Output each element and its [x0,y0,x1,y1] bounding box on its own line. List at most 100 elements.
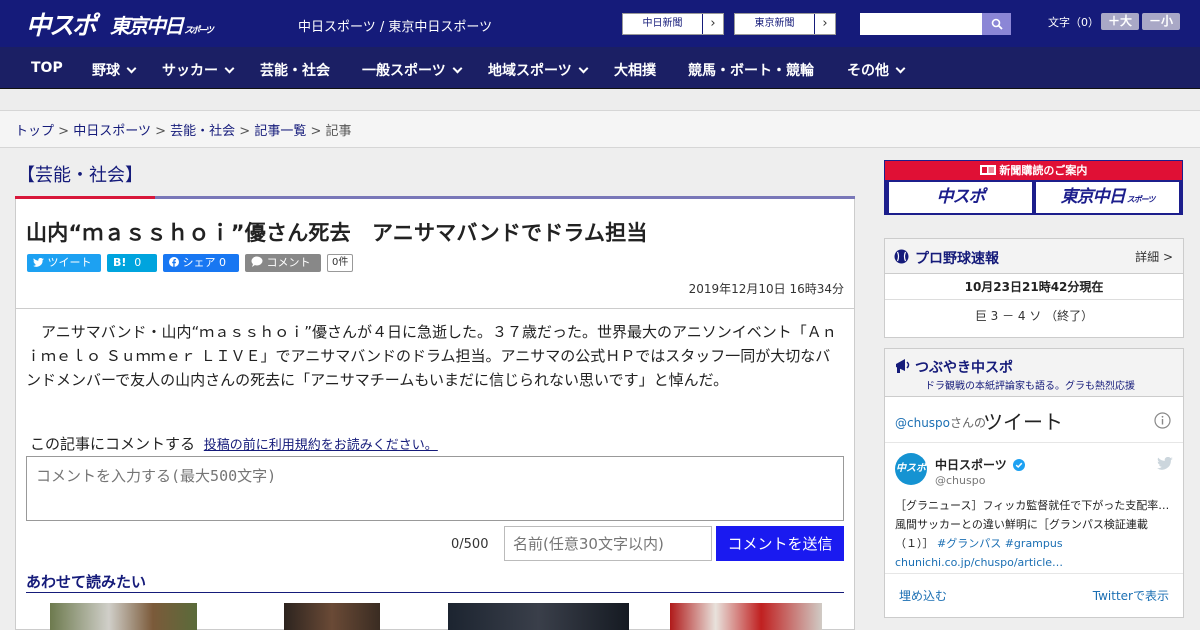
comment-count: 0件 [327,254,354,272]
subscription-banner[interactable]: 新聞購読のご案内 中スポ 東京中日 スポーツ [884,160,1183,215]
tweet-text: ［グラニュース］フィッカ監督就任で下がった支配率…風間サッカーとの違い鮮明に［グ… [895,496,1175,572]
nav-item-entertainment[interactable]: 芸能・社会 [260,60,330,80]
related-thumbnail[interactable] [26,603,221,630]
font-larger-button[interactable]: ＋大 [1101,13,1139,30]
breadcrumb-top[interactable]: トップ [15,124,54,139]
account-name: 中日スポーツ [935,458,1007,472]
baseball-card-header: プロ野球速報 詳細 > [885,239,1183,274]
facebook-share-button[interactable]: シェア 0 [163,254,239,272]
breadcrumb: トップ > 中日スポーツ > 芸能・社会 > 記事一覧 > 記事 [15,120,352,139]
baseball-icon [894,249,909,264]
subscription-banner-text: 新聞購読のご案内 [999,164,1088,177]
related-thumbnail[interactable] [648,603,844,630]
font-size-label: 文字（0） [1048,16,1099,29]
related-thumbnail[interactable] [441,603,637,630]
category-title: 【芸能・社会】 [17,165,143,186]
comment-label: コメント [266,256,311,269]
nav-label: その他 [847,63,889,79]
breadcrumb-current: 記事 [325,124,352,139]
hatena-bookmark-button[interactable]: B! 0 [107,254,157,272]
info-icon[interactable] [1154,412,1171,429]
nav-label: 野球 [92,63,120,79]
article-headline: 山内“ｍａｓｓｈｏｉ”優さん死去 アニサマバンドでドラム担当 [26,221,648,245]
tweet-url-link[interactable]: chunichi.co.jp/chuspo/article… [895,553,1175,572]
terms-link[interactable]: 投稿の前に利用規約をお読みください。 [204,438,438,453]
nav-item-sports[interactable]: 一般スポーツ [362,60,463,80]
search-button[interactable] [982,13,1011,35]
article-card: 山内“ｍａｓｓｈｏｉ”優さん死去 アニサマバンドでドラム担当 ツイート B! 0… [15,199,855,630]
speech-bubble-icon [251,256,263,267]
related-photo [284,603,380,630]
font-smaller-button[interactable]: －小 [1142,13,1180,30]
nav-item-soccer[interactable]: サッカー [162,60,235,80]
related-photo [670,603,822,630]
handle: @chuspo [895,416,951,430]
twitter-handle-link[interactable]: @chuspoさんの [895,414,986,431]
breadcrumb-article-list[interactable]: 記事一覧 [254,124,306,139]
tokyo-chunichi-logo: 東京中日 スポーツ [1036,182,1179,213]
twitter-card-title: つぶやき中スポ [915,360,1013,376]
embed-link[interactable]: 埋め込む [899,587,947,604]
baseball-scores-card: プロ野球速報 詳細 > 10月23日21時42分現在 巨 3 － 4 ソ （終了… [884,238,1184,338]
chevron-down-icon [895,63,906,74]
comment-textarea[interactable] [26,456,844,521]
related-thumbnail[interactable] [233,603,429,630]
chuspo-logo: 中スポ [889,182,1032,213]
hashtag-link[interactable]: #grampus [1005,537,1063,550]
verified-badge-icon [1012,459,1025,471]
baseball-details-link[interactable]: 詳細 > [1135,248,1173,265]
avatar-text: 中スポ [896,463,926,474]
breadcrumb-separator: > [239,124,251,139]
pill-label: 東京新聞 [735,14,815,34]
spacer-band [0,89,1200,111]
tweet-button[interactable]: ツイート [27,254,101,272]
nav-item-baseball[interactable]: 野球 [92,60,137,80]
submit-comment-button[interactable]: コメントを送信 [716,526,844,561]
publish-date: 2019年12月10日 16時34分 [688,282,844,296]
newspaper-icon [979,165,996,175]
comment-button[interactable]: コメント [245,254,321,272]
baseball-score[interactable]: 巨 3 － 4 ソ （終了） [885,307,1183,324]
search-icon [991,18,1003,30]
twitter-card-header: つぶやき中スポ ドラ観戦の本紙評論家も語る。グラも熱烈応援 [885,349,1183,397]
related-photo [448,603,629,630]
tweet-item[interactable]: 中スポ 中日スポーツ @chuspo ［グラニュース］フィッカ監督就任で下がった… [885,444,1183,574]
nav-item-local-sports[interactable]: 地域スポーツ [488,60,589,80]
handle-suffix: さんの [950,416,987,430]
breadcrumb-chunichi-sports[interactable]: 中日スポーツ [73,124,151,139]
article-header: 山内“ｍａｓｓｈｏｉ”優さん死去 アニサマバンドでドラム担当 ツイート B! 0… [16,199,854,309]
tokyo-logo-text: 東京中日 [110,14,184,38]
hashtag-link[interactable]: #グランパス [937,537,1001,550]
tweet-account-name: 中日スポーツ [935,456,1025,473]
chevron-down-icon [578,63,589,74]
breadcrumb-entertainment[interactable]: 芸能・社会 [170,124,235,139]
site-links[interactable]: 中日スポーツ / 東京中日スポーツ [298,16,492,35]
article-body: アニサマバンド・山内“ｍａｓｓｈｏｉ”優さんが４日に急逝した。３７歳だった。世界… [26,323,837,389]
top-header: 中スポ 東京中日 スポーツ 中日スポーツ / 東京中日スポーツ 中日新聞 › 東京… [0,0,1200,47]
nav-item-other[interactable]: その他 [847,60,906,80]
comment-form-title: この記事にコメントする [30,435,196,453]
twitter-bird-icon [33,257,44,267]
nav-item-racing[interactable]: 競馬・ボート・競輪 [688,60,814,80]
nav-label: 一般スポーツ [362,63,446,79]
breadcrumb-separator: > [58,124,70,139]
related-heading: あわせて読みたい [26,573,147,591]
tweet-label: ツイート [47,256,92,269]
related-divider [26,592,844,593]
view-on-twitter-link[interactable]: Twitterで表示 [1093,587,1169,604]
search-input[interactable] [860,13,982,35]
nav-item-top[interactable]: TOP [31,60,63,76]
related-photo [50,603,197,630]
name-input[interactable] [504,526,712,561]
megaphone-icon [896,359,910,373]
tokyo-shimbun-link[interactable]: 東京新聞 › [734,13,836,35]
character-counter: 0/500 [451,537,489,552]
chevron-down-icon [452,63,463,74]
nav-label: TOP [31,60,63,76]
tokyo-chunichi-logo[interactable]: 東京中日 スポーツ [110,10,214,39]
chunichi-shimbun-link[interactable]: 中日新聞 › [622,13,724,35]
facebook-icon [169,257,179,267]
subscription-banner-title: 新聞購読のご案内 [885,161,1182,180]
nav-item-sumo[interactable]: 大相撲 [614,60,656,80]
chuspo-logo[interactable]: 中スポ [26,6,97,42]
